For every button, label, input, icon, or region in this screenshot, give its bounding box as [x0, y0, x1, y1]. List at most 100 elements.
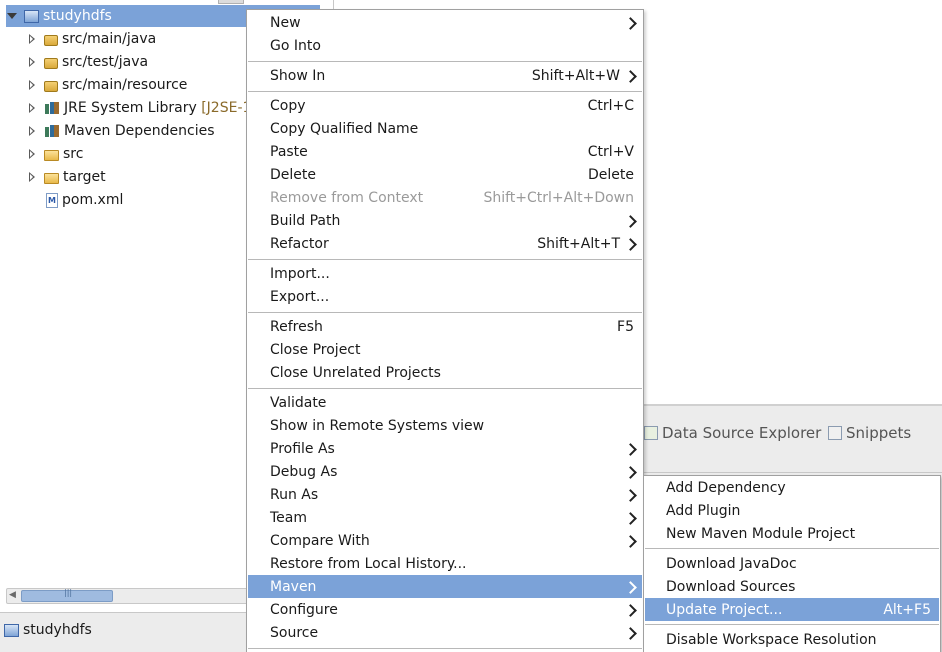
menu-item-shortcut: F5 — [617, 318, 634, 335]
menu-item-label: Export... — [270, 288, 330, 305]
menu-item-update-project[interactable]: Update Project... Alt+F5 — [645, 598, 939, 621]
tab-snippets[interactable]: Snippets — [828, 424, 911, 442]
package-folder-icon — [44, 81, 58, 92]
tab-data-source-explorer[interactable]: Data Source Explorer — [644, 424, 821, 442]
expand-arrow-icon[interactable] — [26, 33, 38, 45]
menu-item-disable-workspace-resolution[interactable]: Disable Workspace Resolution — [645, 628, 939, 651]
menu-item-label: New Maven Module Project — [666, 525, 856, 542]
pom-file-icon: M — [46, 192, 58, 208]
submenu-arrow-icon — [620, 211, 638, 230]
tree-item[interactable]: src/main/java — [26, 28, 156, 50]
menu-item-add-plugin[interactable]: Add Plugin — [645, 499, 939, 522]
project-name: studyhdfs — [43, 8, 112, 24]
menu-item-shortcut: Ctrl+V — [587, 143, 634, 160]
menu-separator — [248, 91, 642, 92]
menu-item-source[interactable]: Source — [248, 621, 642, 644]
tree-item[interactable]: target — [26, 166, 106, 188]
tree-item[interactable]: M pom.xml — [44, 189, 123, 211]
menu-item-label: Source — [270, 624, 319, 641]
menu-item-export[interactable]: Export... — [248, 285, 642, 308]
menu-item-refresh[interactable]: Refresh F5 — [248, 315, 642, 338]
menu-item-maven[interactable]: Maven — [248, 575, 642, 598]
menu-item-label: Paste — [270, 143, 308, 160]
menu-item-shortcut: Ctrl+C — [587, 97, 634, 114]
menu-item-shortcut: Alt+F5 — [883, 601, 931, 618]
menu-item-label: Team — [270, 509, 308, 526]
menu-separator — [645, 548, 939, 549]
menu-item-restore-from-local-history[interactable]: Restore from Local History... — [248, 552, 642, 575]
menu-item-label: Configure — [270, 601, 338, 618]
menu-item-validate[interactable]: Validate — [248, 391, 642, 414]
expand-arrow-icon[interactable] — [26, 148, 38, 160]
menu-item-delete[interactable]: Delete Delete — [248, 163, 642, 186]
scrollbar-thumb[interactable] — [21, 588, 113, 602]
tree-item-label: pom.xml — [62, 192, 124, 208]
menu-item-label: Compare With — [270, 532, 370, 549]
menu-item-configure[interactable]: Configure — [248, 598, 642, 621]
menu-item-paste[interactable]: Paste Ctrl+V — [248, 140, 642, 163]
menu-item-label: Add Dependency — [666, 479, 786, 496]
menu-separator — [248, 61, 642, 62]
menu-item-close-unrelated-projects[interactable]: Close Unrelated Projects — [248, 361, 642, 384]
library-icon — [44, 123, 60, 139]
menu-item-compare-with[interactable]: Compare With — [248, 529, 642, 552]
menu-item-show-in[interactable]: Show In Shift+Alt+W — [248, 64, 642, 87]
menu-separator — [248, 259, 642, 260]
menu-item-label: Download Sources — [666, 578, 796, 595]
menu-item-team[interactable]: Team — [248, 506, 642, 529]
menu-item-label: Restore from Local History... — [270, 555, 467, 572]
bottom-project-item[interactable]: studyhdfs — [4, 622, 92, 638]
menu-separator — [248, 312, 642, 313]
collapse-arrow-icon[interactable] — [6, 10, 18, 22]
submenu-arrow-icon — [620, 623, 638, 642]
menu-item-label: Close Unrelated Projects — [270, 364, 441, 381]
scroll-left-arrow-icon[interactable]: ◀ — [9, 590, 16, 600]
menu-item-refactor[interactable]: Refactor Shift+Alt+T — [248, 232, 642, 255]
menu-item-label: Copy — [270, 97, 306, 114]
menu-item-label: Validate — [270, 394, 327, 411]
menu-item-label: Import... — [270, 265, 330, 282]
tree-item-label: target — [63, 169, 106, 185]
menu-item-build-path[interactable]: Build Path — [248, 209, 642, 232]
tree-item[interactable]: Maven Dependencies — [26, 120, 215, 142]
menu-item-import[interactable]: Import... — [248, 262, 642, 285]
menu-separator — [248, 648, 642, 649]
expand-arrow-icon[interactable] — [26, 171, 38, 183]
submenu-arrow-icon — [620, 508, 638, 527]
menu-item-profile-as[interactable]: Profile As — [248, 437, 642, 460]
menu-item-show-in-remote-systems[interactable]: Show in Remote Systems view — [248, 414, 642, 437]
menu-item-copy[interactable]: Copy Ctrl+C — [248, 94, 642, 117]
expand-arrow-icon[interactable] — [26, 56, 38, 68]
expand-arrow-icon[interactable] — [26, 102, 38, 114]
tree-item[interactable]: JRE System Library [J2SE-1.5 — [26, 97, 265, 119]
expand-arrow-icon[interactable] — [26, 125, 38, 137]
menu-item-label: Go Into — [270, 37, 321, 54]
menu-item-download-javadoc[interactable]: Download JavaDoc — [645, 552, 939, 575]
menu-item-shortcut: Shift+Alt+W — [531, 67, 620, 84]
menu-item-download-sources[interactable]: Download Sources — [645, 575, 939, 598]
menu-item-copy-qualified-name[interactable]: Copy Qualified Name — [248, 117, 642, 140]
menu-item-remove-from-context: Remove from Context Shift+Ctrl+Alt+Down — [248, 186, 642, 209]
menu-item-close-project[interactable]: Close Project — [248, 338, 642, 361]
tree-item[interactable]: src/test/java — [26, 51, 148, 73]
menu-item-new-maven-module-project[interactable]: New Maven Module Project — [645, 522, 939, 545]
menu-item-label: Delete — [270, 166, 316, 183]
tree-item[interactable]: src/main/resource — [26, 74, 187, 96]
menu-item-go-into[interactable]: Go Into — [248, 34, 642, 57]
view-minimize-button[interactable] — [218, 0, 244, 4]
menu-item-label: Copy Qualified Name — [270, 120, 419, 137]
tree-item-label: src/main/java — [62, 31, 157, 47]
expand-arrow-icon[interactable] — [26, 79, 38, 91]
menu-item-label: Remove from Context — [270, 189, 424, 206]
submenu-arrow-icon — [620, 13, 638, 32]
menu-item-add-dependency[interactable]: Add Dependency — [645, 476, 939, 499]
menu-item-label: Disable Workspace Resolution — [666, 631, 877, 648]
menu-item-label: New — [270, 14, 301, 31]
menu-item-debug-as[interactable]: Debug As — [248, 460, 642, 483]
tree-item[interactable]: src — [26, 143, 83, 165]
menu-item-label: Add Plugin — [666, 502, 741, 519]
submenu-arrow-icon — [620, 577, 638, 596]
menu-item-new[interactable]: New — [248, 11, 642, 34]
menu-item-run-as[interactable]: Run As — [248, 483, 642, 506]
menu-item-shortcut: Delete — [588, 166, 634, 183]
